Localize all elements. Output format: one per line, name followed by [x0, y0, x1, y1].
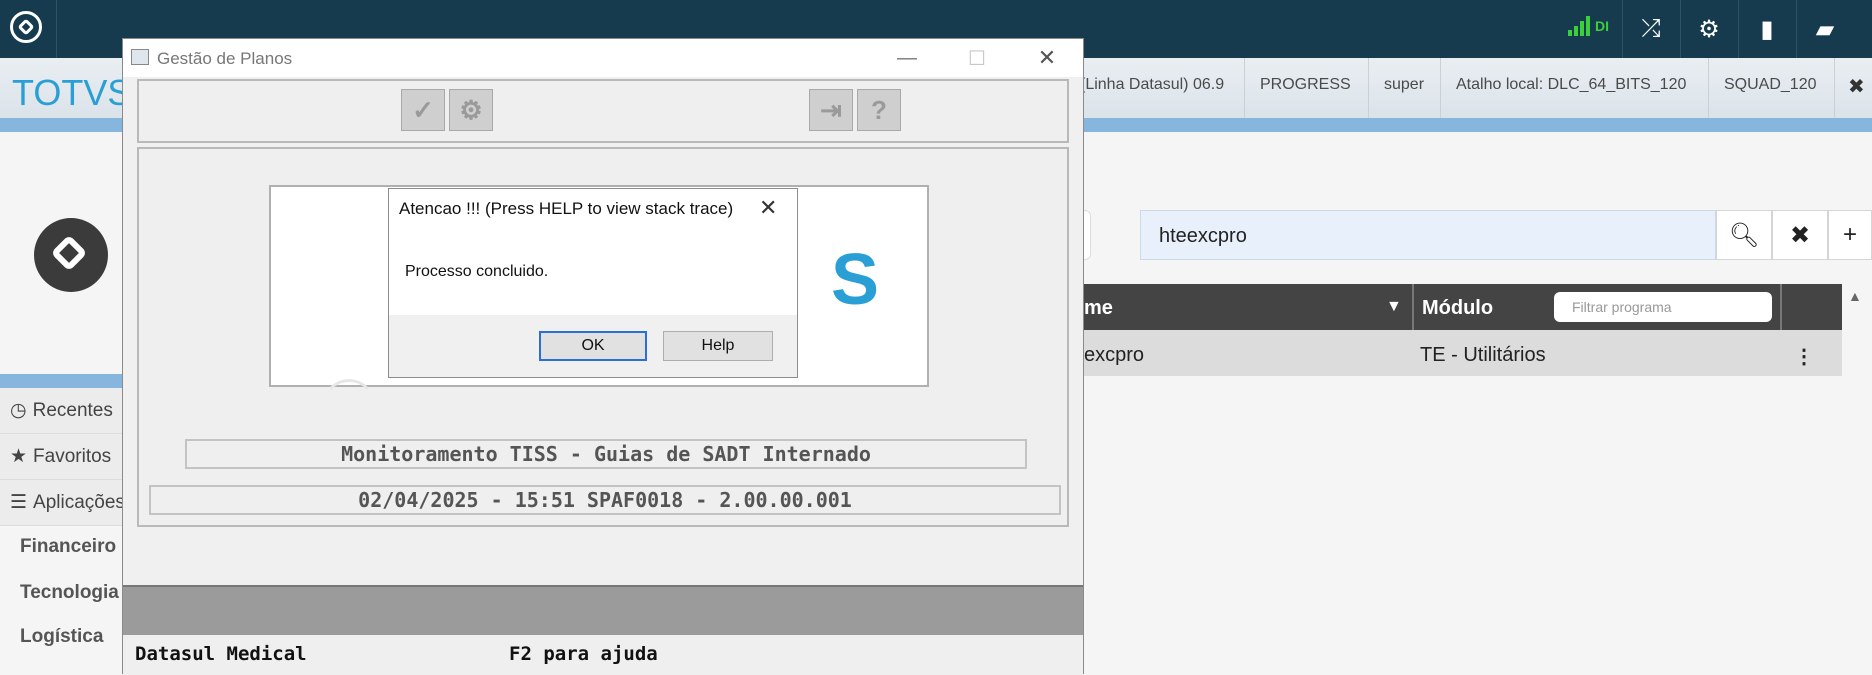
gear-icon[interactable]: ⚙ [1680, 0, 1738, 58]
window-title: Gestão de Planos [157, 49, 293, 68]
info-shortcut: Atalho local: DLC_64_BITS_120 [1456, 76, 1687, 93]
watermark-icon: ⌒ [329, 378, 369, 422]
sidebar-item-label: Favoritos [33, 445, 112, 467]
chevron-down-icon[interactable]: ▼ [1386, 298, 1402, 316]
status-help-hint: F2 para ajuda [509, 643, 658, 665]
sidebar-item-favoritos[interactable]: ★ Favoritos [0, 434, 130, 480]
info-user: super [1384, 76, 1425, 93]
search-icon[interactable]: 🔍︎ [1716, 210, 1772, 260]
table-row[interactable]: excpro TE - Utilitários ⋮ [1082, 330, 1842, 376]
status-area [123, 585, 1083, 635]
star-icon: ★ [10, 446, 28, 467]
totvs-logo-large [34, 218, 108, 292]
close-icon[interactable]: ✕ [1027, 43, 1067, 73]
maximize-icon[interactable]: ☐ [957, 43, 997, 73]
scroll-up-icon[interactable]: ▲ [1848, 288, 1862, 304]
divider [56, 0, 57, 58]
sidebar-item-label: Aplicações [33, 491, 125, 513]
cell-module: TE - Utilitários [1420, 344, 1546, 366]
info-version: (Linha Datasul) 06.9 [1080, 76, 1225, 93]
clock-icon: ◷ [10, 400, 27, 421]
chat-icon[interactable]: ▰ [1796, 0, 1854, 58]
column-header-module[interactable]: Módulo [1422, 297, 1493, 320]
info-squad: SQUAD_120 [1724, 76, 1817, 93]
totvs-logo-icon[interactable] [10, 11, 42, 43]
sidebar-subitem-financeiro[interactable]: Financeiro [20, 536, 116, 558]
close-icon[interactable]: ✕ [759, 195, 777, 221]
brand-letter: S [831, 240, 880, 320]
search-input[interactable]: hteexcpro [1140, 210, 1716, 260]
sidebar-item-label: Recentes [32, 399, 113, 421]
help-button[interactable]: Help [663, 331, 773, 361]
window-titlebar[interactable]: Gestão de Planos — ☐ ✕ [123, 39, 1083, 77]
program-title-label: Monitoramento TISS - Guias de SADT Inter… [185, 439, 1027, 469]
info-database: PROGRESS [1260, 76, 1351, 93]
exit-icon[interactable]: ⇥ [809, 89, 853, 131]
more-options-icon[interactable]: ⋮ [1794, 344, 1814, 369]
status-left: Datasul Medical [135, 643, 307, 665]
minimize-icon[interactable]: — [887, 43, 927, 73]
column-header-name[interactable]: me [1084, 297, 1113, 320]
brand-title: TOTVS [12, 72, 132, 113]
clear-icon[interactable]: ✖ [1772, 210, 1828, 260]
close-icon[interactable]: ✖ [1848, 74, 1865, 99]
program-info-label: 02/04/2025 - 15:51 SPAF0018 - 2.00.00.00… [149, 485, 1061, 515]
dialog-title: Atencao !!! (Press HELP to view stack tr… [399, 199, 734, 218]
sidebar-subitem-logistica[interactable]: Logística [20, 626, 103, 648]
sidebar-item-recentes[interactable]: ◷ Recentes [0, 388, 130, 434]
document-icon[interactable]: ▮ [1738, 0, 1796, 58]
add-icon[interactable]: + [1828, 210, 1872, 260]
help-icon[interactable]: ? [857, 89, 901, 131]
checklist-icon[interactable]: ✓ [401, 89, 445, 131]
filter-program-input[interactable]: Filtrar programa [1554, 292, 1772, 322]
dialog-message: Processo concluido. [405, 263, 549, 280]
signal-strength-icon [1568, 16, 1590, 36]
menu-icon: ☰ [10, 492, 28, 513]
sidebar-item-aplicacoes[interactable]: ☰ Aplicações [0, 480, 130, 526]
shuffle-icon[interactable]: ⤮ [1622, 0, 1680, 58]
cell-program: excpro [1084, 344, 1145, 366]
alert-dialog: Atencao !!! (Press HELP to view stack tr… [388, 188, 798, 378]
settings-list-icon[interactable]: ⚙ [449, 89, 493, 131]
toolbar: ✓ ⚙ ⇥ ? [137, 79, 1069, 143]
ok-button[interactable]: OK [539, 331, 647, 361]
sidebar-subitem-tecnologia[interactable]: Tecnologia [20, 582, 119, 604]
status-bar: Datasul Medical F2 para ajuda [123, 635, 1083, 675]
signal-label: DI [1595, 18, 1609, 34]
app-icon [131, 49, 149, 65]
